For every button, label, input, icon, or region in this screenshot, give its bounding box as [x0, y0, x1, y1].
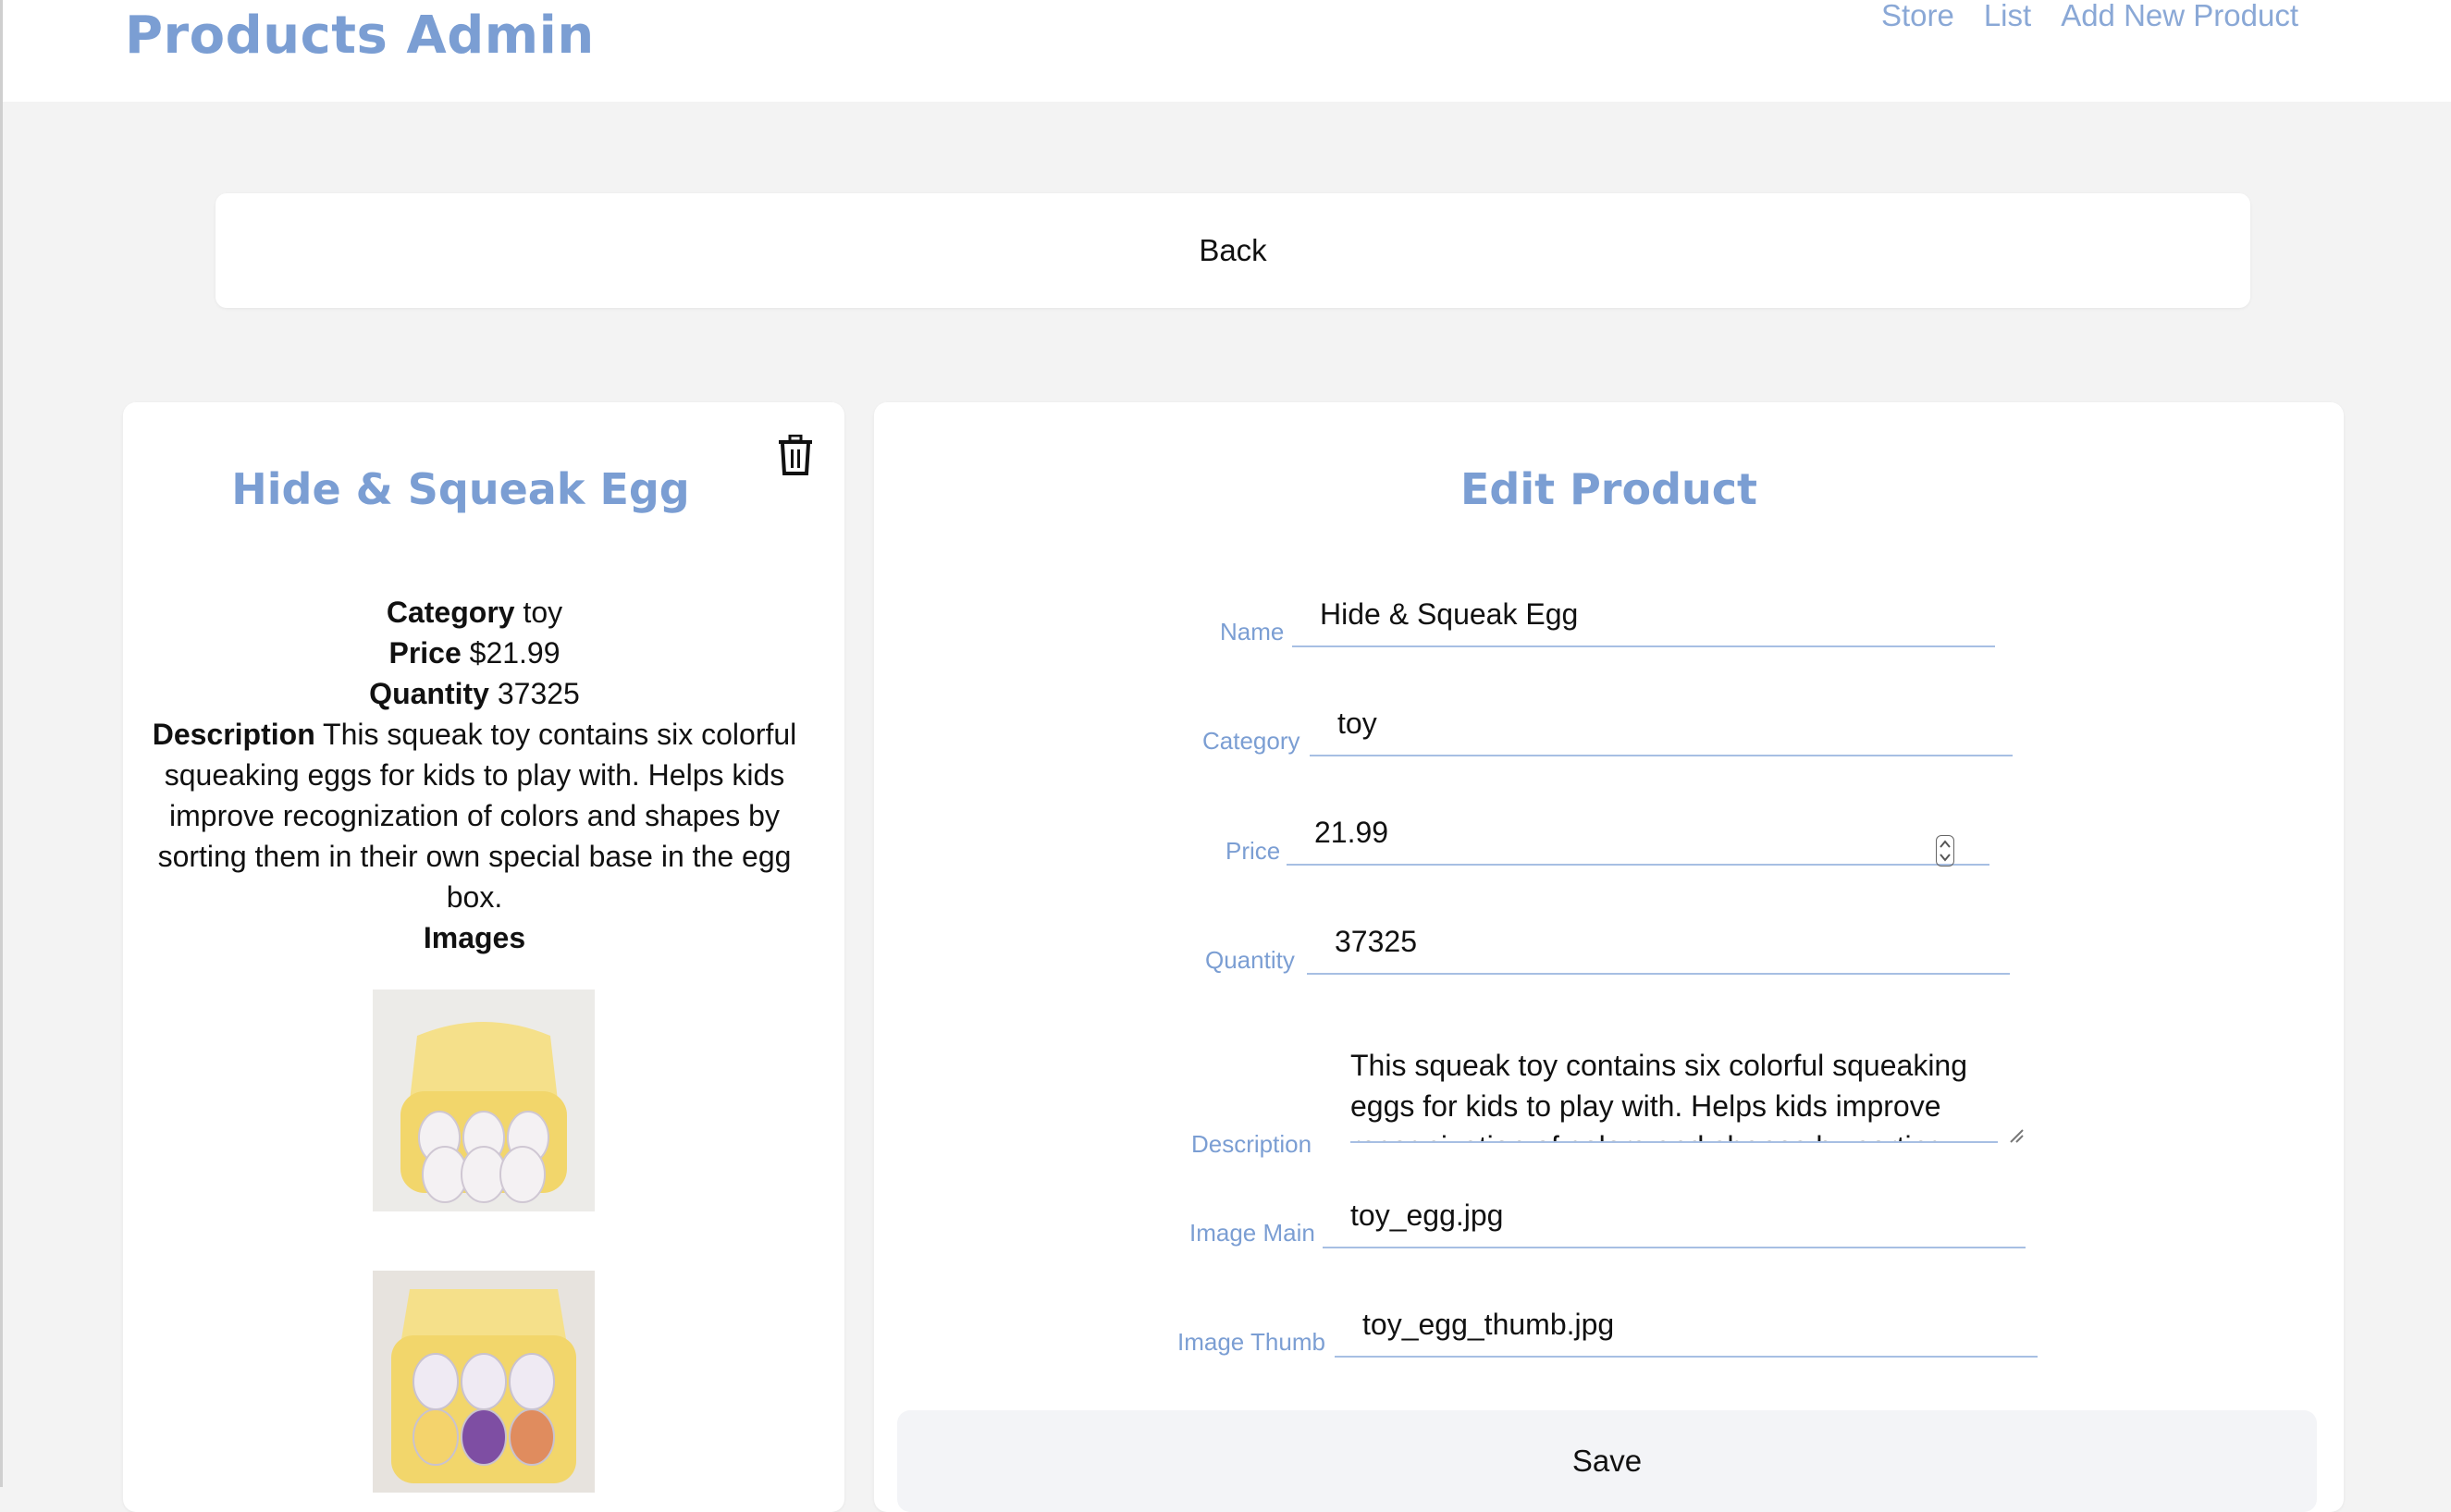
price-stepper-icon[interactable] — [1936, 835, 1954, 867]
back-button[interactable]: Back — [216, 193, 2250, 308]
images-heading: Images — [423, 921, 526, 954]
name-label: Name — [1220, 618, 1285, 645]
top-navbar: Products Admin Store List Add New Produc… — [3, 0, 2451, 102]
price-label: Price — [388, 636, 462, 670]
quantity-label: Quantity — [369, 677, 489, 710]
price-value: $21.99 — [469, 636, 560, 670]
product-title: Hide & Squeak Egg — [231, 464, 690, 514]
quantity-field-label: Quantity — [1205, 946, 1295, 974]
product-details: Category toy Price $21.99 Quantity 37325… — [151, 592, 798, 958]
image-thumb-label: Image Thumb — [1177, 1328, 1325, 1356]
category-row: Category toy — [151, 592, 798, 633]
image-main-input[interactable] — [1323, 1184, 2026, 1248]
edit-product-card: Edit Product Name Category Price Quantit… — [874, 402, 2344, 1512]
window-edge — [0, 0, 3, 1487]
back-button-label: Back — [1199, 233, 1267, 267]
category-input[interactable] — [1310, 692, 2013, 756]
category-field-label: Category — [1202, 727, 1300, 755]
product-image-main — [373, 990, 595, 1211]
edit-title: Edit Product — [1460, 464, 1758, 514]
product-image-thumb — [373, 1271, 595, 1493]
nav-add-product-link[interactable]: Add New Product — [2061, 0, 2298, 37]
nav-list-link[interactable]: List — [1984, 0, 2031, 37]
product-detail-card: Hide & Squeak Egg Category toy Price $21… — [123, 402, 844, 1512]
description-row: Description This squeak toy contains six… — [151, 714, 798, 917]
save-button-label: Save — [1571, 1444, 1643, 1478]
quantity-value: 37325 — [497, 677, 580, 710]
quantity-row: Quantity 37325 — [151, 673, 798, 714]
description-field-label: Description — [1191, 1130, 1312, 1158]
quantity-input[interactable] — [1307, 910, 2010, 975]
price-row: Price $21.99 — [151, 633, 798, 673]
image-main-label: Image Main — [1189, 1219, 1315, 1247]
description-textarea[interactable]: This squeak toy contains six colorful sq… — [1350, 1045, 1998, 1143]
price-input[interactable] — [1287, 801, 1989, 866]
category-label: Category — [386, 596, 515, 629]
price-field-label: Price — [1226, 837, 1281, 865]
resize-handle-icon[interactable] — [2009, 1128, 2024, 1143]
save-button[interactable]: Save — [897, 1410, 2317, 1512]
nav-links: Store List Add New Product — [1881, 0, 2298, 37]
description-label: Description — [152, 718, 315, 751]
nav-store-link[interactable]: Store — [1881, 0, 1954, 37]
image-thumb-input[interactable] — [1335, 1293, 2038, 1358]
category-value: toy — [523, 596, 563, 629]
name-input[interactable] — [1292, 583, 1995, 647]
brand-title[interactable]: Products Admin — [125, 6, 595, 66]
